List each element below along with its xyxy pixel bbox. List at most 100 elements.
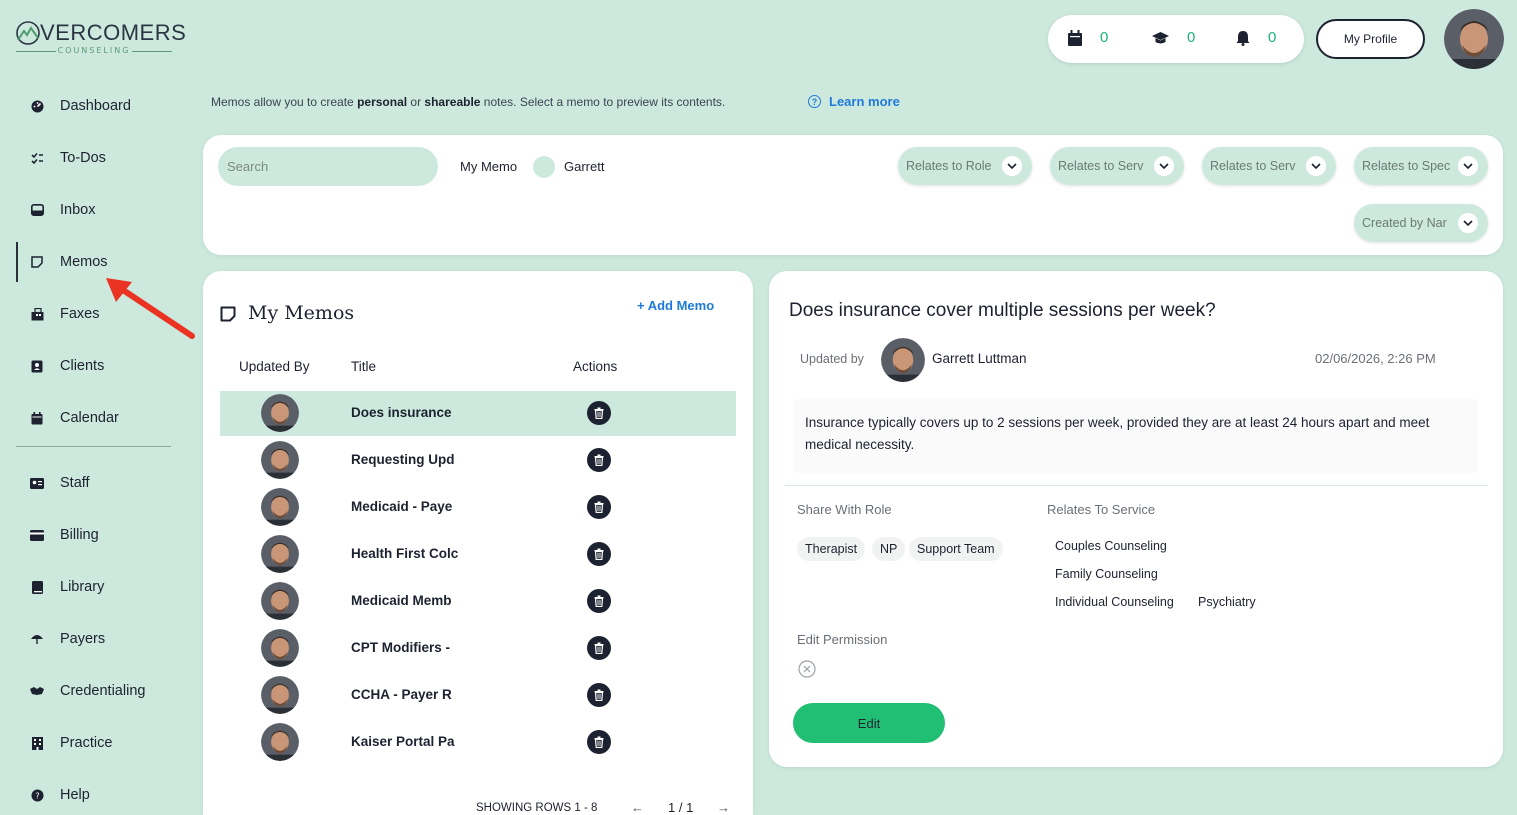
delete-memo-button[interactable]	[587, 495, 611, 519]
notification-counters: 0 0 0	[1048, 15, 1304, 63]
chevron-down-icon	[1458, 213, 1478, 233]
delete-memo-button[interactable]	[587, 730, 611, 754]
sidebar-item-label: Practice	[60, 735, 113, 751]
sidebar-item-credentialing[interactable]: Credentialing	[16, 671, 176, 711]
sidebar-item-label: Calendar	[60, 410, 119, 426]
help-icon: ?	[30, 788, 44, 802]
dropdown-label: Relates to Serv	[1210, 159, 1296, 173]
memo-title-cell: Health First Colc	[351, 546, 459, 561]
share-with-role-label: Share With Role	[797, 502, 892, 517]
avatar	[261, 394, 299, 432]
calendar-counter[interactable]: 0	[1068, 29, 1108, 46]
relates-to-specialty-dropdown[interactable]: Relates to Spec	[1354, 147, 1488, 185]
service-item: Psychiatry	[1198, 595, 1256, 609]
toggle-label-my-memo: My Memo	[460, 159, 518, 174]
alerts-counter[interactable]: 0	[1236, 29, 1276, 46]
fax-icon	[30, 307, 44, 321]
delete-memo-button[interactable]	[587, 401, 611, 425]
avatar	[261, 535, 299, 573]
overcomers-logo[interactable]: VERCOMERS COUNSELING	[16, 20, 186, 60]
sidebar-item-inbox[interactable]: Inbox	[16, 190, 176, 230]
memo-title-cell: Requesting Upd	[351, 452, 455, 467]
memo-detail-panel: Does insurance cover multiple sessions p…	[769, 271, 1503, 767]
next-page-button[interactable]: →	[717, 800, 730, 815]
sidebar-item-clients[interactable]: Clients	[16, 346, 176, 386]
svg-text:?: ?	[35, 791, 39, 800]
column-header-updated-by[interactable]: Updated By	[239, 359, 310, 374]
sidebar-item-label: Credentialing	[60, 683, 146, 699]
dropdown-label: Relates to Role	[906, 159, 992, 173]
table-row[interactable]: CPT Modifiers -	[220, 626, 736, 671]
sidebar-item-staff[interactable]: Staff	[16, 463, 176, 503]
learn-more-link[interactable]: ? Learn more	[808, 94, 900, 109]
logo-wordmark: VERCOMERS	[40, 20, 187, 45]
memo-owner-toggle[interactable]	[533, 156, 555, 178]
avatar	[261, 582, 299, 620]
memo-title-cell: Kaiser Portal Pa	[351, 734, 455, 749]
trash-icon	[594, 642, 604, 654]
search-input[interactable]	[218, 147, 438, 186]
memo-title-cell: Does insurance	[351, 405, 452, 420]
courses-counter[interactable]: 0	[1152, 29, 1195, 46]
library-icon	[30, 580, 44, 594]
delete-memo-button[interactable]	[587, 683, 611, 707]
delete-memo-button[interactable]	[587, 542, 611, 566]
delete-memo-button[interactable]	[587, 636, 611, 660]
relates-to-service-dropdown[interactable]: Relates to Serv	[1050, 147, 1184, 185]
avatar	[261, 488, 299, 526]
building-icon	[30, 736, 44, 750]
memos-list-title: My Memos	[248, 302, 355, 324]
memos-list-panel: My Memos + Add Memo Updated By Title Act…	[203, 271, 753, 815]
trash-icon	[594, 407, 604, 419]
delete-memo-button[interactable]	[587, 589, 611, 613]
staff-icon	[30, 476, 44, 490]
sidebar-item-label: Faxes	[60, 306, 100, 322]
user-avatar[interactable]	[1444, 9, 1504, 69]
trash-icon	[594, 501, 604, 513]
created-by-dropdown[interactable]: Created by Nar	[1354, 204, 1488, 242]
info-bold-personal: personal	[357, 95, 408, 109]
sidebar-item-label: Help	[60, 787, 90, 803]
prev-page-button[interactable]: ←	[631, 800, 644, 815]
memo-body: Insurance typically covers up to 2 sessi…	[793, 398, 1478, 474]
service-item: Couples Counseling	[1055, 539, 1167, 553]
avatar	[261, 629, 299, 667]
relates-to-role-dropdown[interactable]: Relates to Role	[898, 147, 1032, 185]
sidebar-item-library[interactable]: Library	[16, 567, 176, 607]
edit-button[interactable]: Edit	[793, 703, 945, 743]
table-row[interactable]: Kaiser Portal Pa	[220, 720, 736, 765]
delete-memo-button[interactable]	[587, 448, 611, 472]
add-memo-button[interactable]: + Add Memo	[637, 298, 714, 313]
sidebar-item-billing[interactable]: Billing	[16, 515, 176, 555]
sidebar-item-practice[interactable]: Practice	[16, 723, 176, 763]
graduation-cap-icon	[1152, 31, 1169, 43]
info-text-part: notes. Select a memo to preview its cont…	[480, 95, 726, 109]
sidebar-item-label: Staff	[60, 475, 90, 491]
table-row[interactable]: Health First Colc	[220, 532, 736, 577]
avatar	[261, 676, 299, 714]
table-row[interactable]: Does insurance	[220, 391, 736, 436]
table-row[interactable]: Medicaid - Paye	[220, 485, 736, 530]
payers-icon	[30, 632, 44, 646]
sidebar-item-label: Billing	[60, 527, 99, 543]
sidebar-item-calendar[interactable]: Calendar	[16, 398, 176, 438]
sidebar-item-dashboard[interactable]: Dashboard	[16, 86, 176, 126]
sidebar-item-label: Inbox	[60, 202, 96, 218]
sidebar-item-label: Payers	[60, 631, 106, 647]
table-row[interactable]: Medicaid Memb	[220, 579, 736, 624]
bell-icon	[1236, 30, 1250, 46]
updated-by-label: Updated by	[800, 352, 864, 366]
chevron-down-icon	[1154, 156, 1174, 176]
calendar-icon	[30, 411, 44, 425]
column-header-title[interactable]: Title	[351, 359, 376, 374]
dropdown-label: Relates to Serv	[1058, 159, 1144, 173]
sidebar-item-payers[interactable]: Payers	[16, 619, 176, 659]
sidebar-item-todos[interactable]: To-Dos	[16, 138, 176, 178]
sidebar-item-help[interactable]: ? Help	[16, 775, 176, 815]
relates-to-service-2-dropdown[interactable]: Relates to Serv	[1202, 147, 1336, 185]
table-row[interactable]: CCHA - Payer R	[220, 673, 736, 718]
memo-title-cell: Medicaid - Paye	[351, 499, 453, 514]
table-row[interactable]: Requesting Upd	[220, 438, 736, 483]
my-profile-button[interactable]: My Profile	[1316, 19, 1425, 59]
trash-icon	[594, 454, 604, 466]
